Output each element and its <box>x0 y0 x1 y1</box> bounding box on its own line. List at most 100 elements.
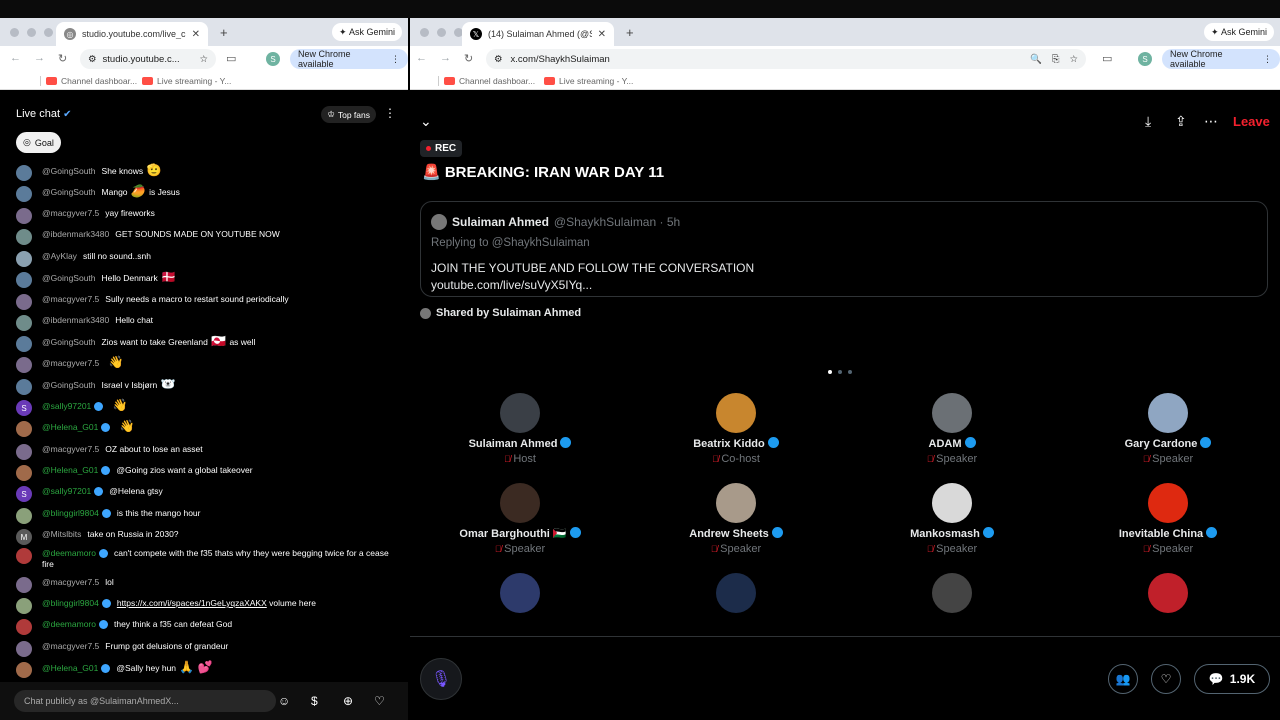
chat-message[interactable]: @Helena_G01 👋 <box>16 420 396 437</box>
back-button[interactable]: ← <box>10 52 21 64</box>
chat-message[interactable]: S @sally97201 @Helena gtsy <box>16 486 396 502</box>
chat-message[interactable]: @ibdenmark3480 Hello chat <box>16 315 396 331</box>
carousel-pager[interactable] <box>828 370 852 374</box>
close-icon[interactable]: ✕ <box>598 29 606 40</box>
chat-message[interactable]: @GoingSouth Mango 🥭 is Jesus <box>16 185 396 202</box>
chat-message[interactable]: @GoingSouth Israel v Isbjørn 🐻‍❄️ <box>16 378 396 395</box>
tab-youtube-studio[interactable]: ◎ studio.youtube.com/live_cha ✕ <box>56 22 208 46</box>
goal-button[interactable]: ◎ Goal <box>16 132 61 153</box>
chat-username[interactable]: @AyKlay <box>42 251 77 261</box>
chat-message[interactable]: @GoingSouth She knows 🫡 <box>16 164 396 181</box>
chat-message[interactable]: @AyKlay still no sound..snh <box>16 251 396 267</box>
tab-x-profile[interactable]: 𝕏 (14) Sulaiman Ahmed (@Shay ✕ <box>462 22 614 46</box>
pinned-post-card[interactable]: Sulaiman Ahmed @ShaykhSulaiman · 5h Reply… <box>420 201 1268 297</box>
participant[interactable]: Inevitable China 🎙̸ Speaker <box>1078 483 1258 555</box>
chat-message[interactable]: @deemamoro can't compete with the f35 tha… <box>16 548 396 570</box>
address-bar[interactable]: ⚙ x.com/ShaykhSulaiman 🔍 ⎘ ☆ <box>486 49 1086 69</box>
react-button[interactable]: ♡ <box>1151 664 1181 694</box>
participant-partial[interactable] <box>1078 573 1258 613</box>
bookmark-live-streaming[interactable]: Live streaming - Y... <box>544 76 633 86</box>
chat-username[interactable]: @ibdenmark3480 <box>42 315 109 325</box>
ask-gemini-button[interactable]: ✦ Ask Gemini <box>1204 23 1275 41</box>
back-button[interactable]: ← <box>416 52 427 64</box>
top-fans-dropdown[interactable]: ♔ Top fans <box>321 106 376 123</box>
chat-message[interactable]: @GoingSouth Hello Denmark 🇩🇰 <box>16 271 396 288</box>
chat-message[interactable]: @macgyver7.5 lol <box>16 577 396 593</box>
chat-username[interactable]: @ibdenmark3480 <box>42 229 109 239</box>
chat-message[interactable]: @macgyver7.5 Sully needs a macro to resta… <box>16 294 396 310</box>
chat-message[interactable]: @blinggirl9804 is this the mango hour <box>16 508 396 524</box>
avatar[interactable] <box>16 229 32 245</box>
chat-username[interactable]: @deemamoro <box>42 548 108 559</box>
participant[interactable]: Andrew Sheets 🎙̸ Speaker <box>646 483 826 555</box>
chat-username[interactable]: @GoingSouth <box>42 187 96 197</box>
chat-message[interactable]: M @Mitslbits take on Russia in 2030? <box>16 529 396 545</box>
chat-username[interactable]: @GoingSouth <box>42 273 96 283</box>
chat-message[interactable]: @macgyver7.5 Frump got delusions of grand… <box>16 641 396 657</box>
chat-username[interactable]: @sally97201 <box>42 486 104 497</box>
chat-message[interactable]: @Helena_G01 @Sally hey hun 🙏 💕 <box>16 661 396 678</box>
chat-username[interactable]: @Helena_G01 <box>42 465 111 476</box>
reload-button[interactable]: ↻ <box>464 52 473 65</box>
share-icon[interactable]: ⇪ <box>1175 113 1187 130</box>
chat-message[interactable]: @ibdenmark3480 GET SOUNDS MADE ON YOUTUBE… <box>16 229 396 245</box>
chat-message[interactable]: @Helena_G01 @Going zios want a global tak… <box>16 465 396 481</box>
chat-link[interactable]: https://x.com/i/spaces/1nGeLyqzaXAKX <box>117 598 267 608</box>
close-icon[interactable]: ✕ <box>192 29 200 40</box>
new-chrome-available-button[interactable]: New Chrome available ⋮ <box>1162 49 1280 69</box>
participant[interactable]: Mankosmash 🎙̸ Speaker <box>862 483 1042 555</box>
avatar[interactable] <box>16 421 32 437</box>
chat-username[interactable]: @macgyver7.5 <box>42 208 99 218</box>
avatar[interactable] <box>16 379 32 395</box>
microphone-button[interactable]: 🎙 <box>420 658 462 700</box>
bookmark-channel-dashboard[interactable]: Channel dashboar... <box>444 76 535 86</box>
chat-username[interactable]: @blinggirl9804 <box>42 598 111 609</box>
participant[interactable]: Gary Cardone 🎙̸ Speaker <box>1078 393 1258 465</box>
participant[interactable]: Sulaiman Ahmed 🎙̸ Host <box>430 393 610 465</box>
chat-username[interactable]: @macgyver7.5 <box>42 577 99 587</box>
forward-button[interactable]: → <box>34 52 45 64</box>
reload-button[interactable]: ↻ <box>58 52 67 65</box>
more-icon[interactable]: ⋯ <box>1204 113 1218 130</box>
collapse-chevron-icon[interactable]: ⌄ <box>420 113 432 130</box>
post-link[interactable]: youtube.com/live/suVyX5IYq... <box>431 277 754 294</box>
chat-message[interactable]: @macgyver7.5 OZ about to lose an asset <box>16 444 396 460</box>
chat-message[interactable]: @macgyver7.5 yay fireworks <box>16 208 396 224</box>
chat-message[interactable]: @macgyver7.5 👋 <box>16 356 396 373</box>
comments-button[interactable]: 💬 1.9K <box>1194 664 1270 694</box>
new-tab-button[interactable]: + <box>626 25 634 40</box>
avatar[interactable]: M <box>16 529 32 545</box>
avatar[interactable] <box>16 294 32 310</box>
avatar[interactable] <box>16 662 32 678</box>
avatar[interactable] <box>16 508 32 524</box>
people-button[interactable]: 👥 <box>1108 664 1138 694</box>
avatar[interactable] <box>16 619 32 635</box>
avatar[interactable] <box>16 548 32 564</box>
minimize-space-icon[interactable]: ⤓ <box>1145 113 1151 130</box>
chat-username[interactable]: @macgyver7.5 <box>42 294 99 304</box>
chat-message[interactable]: @blinggirl9804 https://x.com/i/spaces/1nG… <box>16 598 396 614</box>
chat-username[interactable]: @macgyver7.5 <box>42 444 99 454</box>
chat-username[interactable]: @Helena_G01 <box>42 422 111 433</box>
star-icon[interactable]: ☆ <box>1069 54 1078 65</box>
avatar[interactable]: S <box>16 486 32 502</box>
participant-partial[interactable] <box>862 573 1042 613</box>
avatar[interactable] <box>16 444 32 460</box>
leave-button[interactable]: Leave <box>1233 114 1270 129</box>
participant-partial[interactable] <box>646 573 826 613</box>
chat-message[interactable]: @deemamoro they think a f35 can defeat Go… <box>16 619 396 635</box>
add-icon[interactable]: ⊕ <box>343 694 353 708</box>
avatar[interactable] <box>16 186 32 202</box>
chat-input[interactable]: Chat publicly as @SulaimanAhmedX... <box>14 690 276 712</box>
chat-username[interactable]: @GoingSouth <box>42 166 96 176</box>
emoji-icon[interactable]: ☺ <box>278 694 290 708</box>
chat-username[interactable]: @macgyver7.5 <box>42 641 99 651</box>
chat-username[interactable]: @macgyver7.5 <box>42 358 99 368</box>
bookmark-channel-dashboard[interactable]: Channel dashboar... <box>46 76 137 86</box>
window-controls[interactable] <box>10 28 53 37</box>
avatar[interactable] <box>16 165 32 181</box>
avatar[interactable]: S <box>16 400 32 416</box>
participant[interactable]: Beatrix Kiddo 🎙̸ Co-host <box>646 393 826 465</box>
participant-partial[interactable] <box>430 573 610 613</box>
participant[interactable]: Omar Barghouthi 🇵🇸 🎙̸ Speaker <box>430 483 610 555</box>
